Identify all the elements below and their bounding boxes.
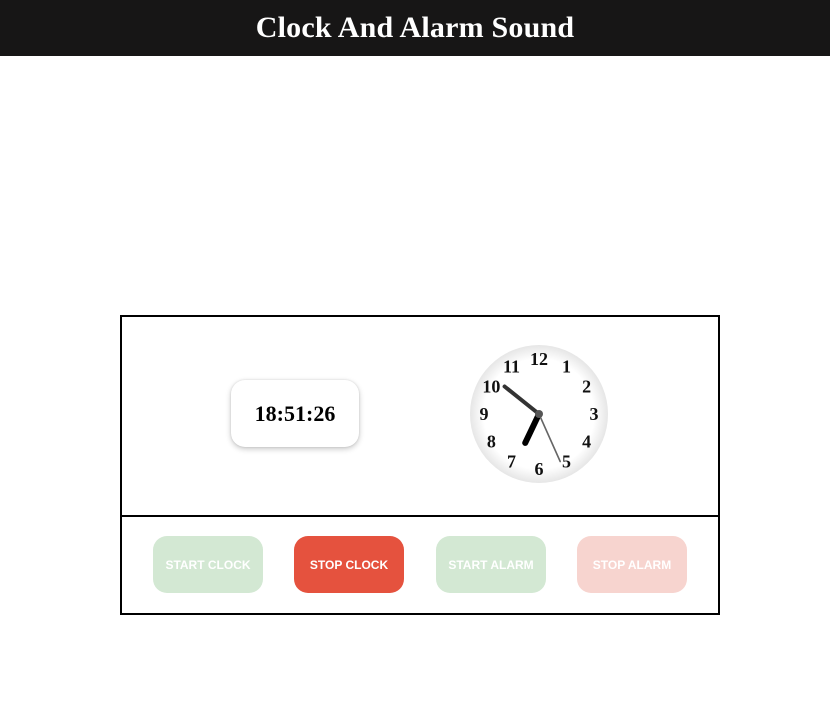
clock-numeral: 2 <box>582 377 591 397</box>
clock-numeral: 5 <box>562 452 571 472</box>
clock-display-panel <box>120 315 720 517</box>
clock-numeral: 9 <box>480 404 489 424</box>
clock-numeral: 3 <box>590 404 599 424</box>
clock-numeral: 10 <box>482 377 500 397</box>
start-clock-button[interactable]: START CLOCK <box>153 536 263 593</box>
clock-numeral: 8 <box>487 432 496 452</box>
clock-numeral: 7 <box>507 452 516 472</box>
clock-numeral: 12 <box>530 349 548 369</box>
digital-time: 18:51:26 <box>254 400 336 426</box>
digital-clock: 18:51:26 <box>231 380 359 447</box>
analog-clock-face: 12 12 3 45678 9 1011 <box>470 345 608 483</box>
stop-alarm-button[interactable]: STOP ALARM <box>577 536 687 593</box>
analog-clock: 12 1 2 3 4 5 6 7 8 9 10 11 <box>468 343 610 485</box>
clock-center-pin <box>535 410 543 418</box>
clock-numeral: 6 <box>535 459 544 479</box>
stop-clock-button[interactable]: STOP CLOCK <box>294 536 404 593</box>
page-header: Clock And Alarm Sound <box>0 0 830 56</box>
clock-numeral: 11 <box>503 356 520 376</box>
page-title: Clock And Alarm Sound <box>255 11 575 44</box>
clock-numeral: 1 <box>562 356 571 376</box>
clock-numeral: 4 <box>582 432 591 452</box>
start-alarm-button[interactable]: START ALARM <box>436 536 546 593</box>
